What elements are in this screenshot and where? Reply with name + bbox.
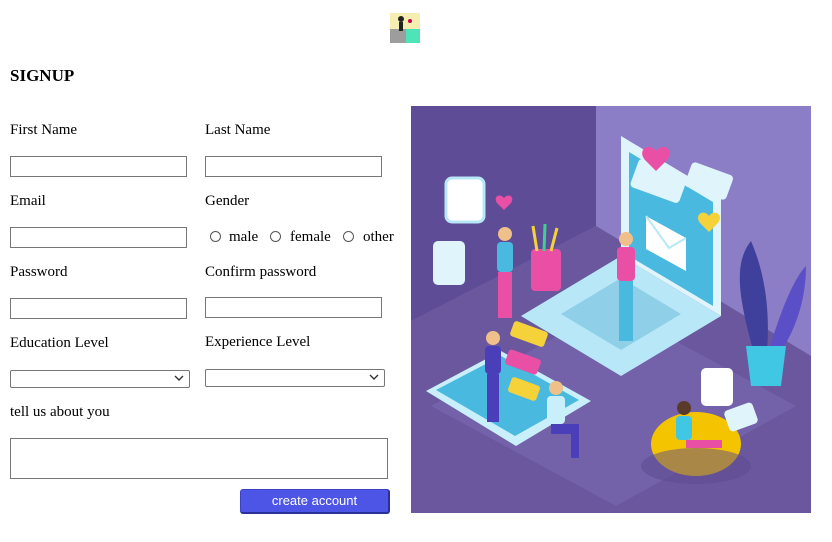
password-label: Password (10, 264, 68, 280)
education-level-select[interactable] (10, 370, 190, 388)
first-name-input[interactable] (10, 156, 187, 177)
signup-page: SIGNUP First Name Last Name Email Gender… (0, 0, 832, 542)
chevron-down-icon (174, 375, 184, 381)
first-name-label: First Name (10, 122, 78, 138)
gender-other-radio[interactable] (343, 231, 354, 242)
about-textarea[interactable] (10, 438, 388, 479)
chevron-down-icon (369, 374, 379, 380)
gender-male-radio[interactable] (210, 231, 221, 242)
create-account-button[interactable]: create account (240, 489, 390, 514)
person-standing-laptop (617, 232, 635, 341)
gender-male-label: male (229, 229, 259, 245)
page-title: SIGNUP (10, 66, 75, 85)
experience-level-label: Experience Level (205, 334, 311, 350)
confirm-password-label: Confirm password (205, 264, 317, 280)
last-name-label: Last Name (205, 122, 271, 138)
gender-female-radio[interactable] (270, 231, 281, 242)
email-input[interactable] (10, 227, 187, 248)
email-label: Email (10, 193, 46, 209)
gender-label: Gender (205, 193, 250, 209)
about-label: tell us about you (10, 404, 110, 420)
team-laptop-illustration (411, 106, 811, 513)
education-level-label: Education Level (10, 335, 109, 351)
gender-other-label: other (363, 229, 394, 245)
confirm-password-input[interactable] (205, 297, 382, 318)
logo-icon (390, 13, 420, 43)
password-input[interactable] (10, 298, 187, 319)
last-name-input[interactable] (205, 156, 382, 177)
experience-level-select[interactable] (205, 369, 385, 387)
gender-female-label: female (290, 229, 331, 245)
